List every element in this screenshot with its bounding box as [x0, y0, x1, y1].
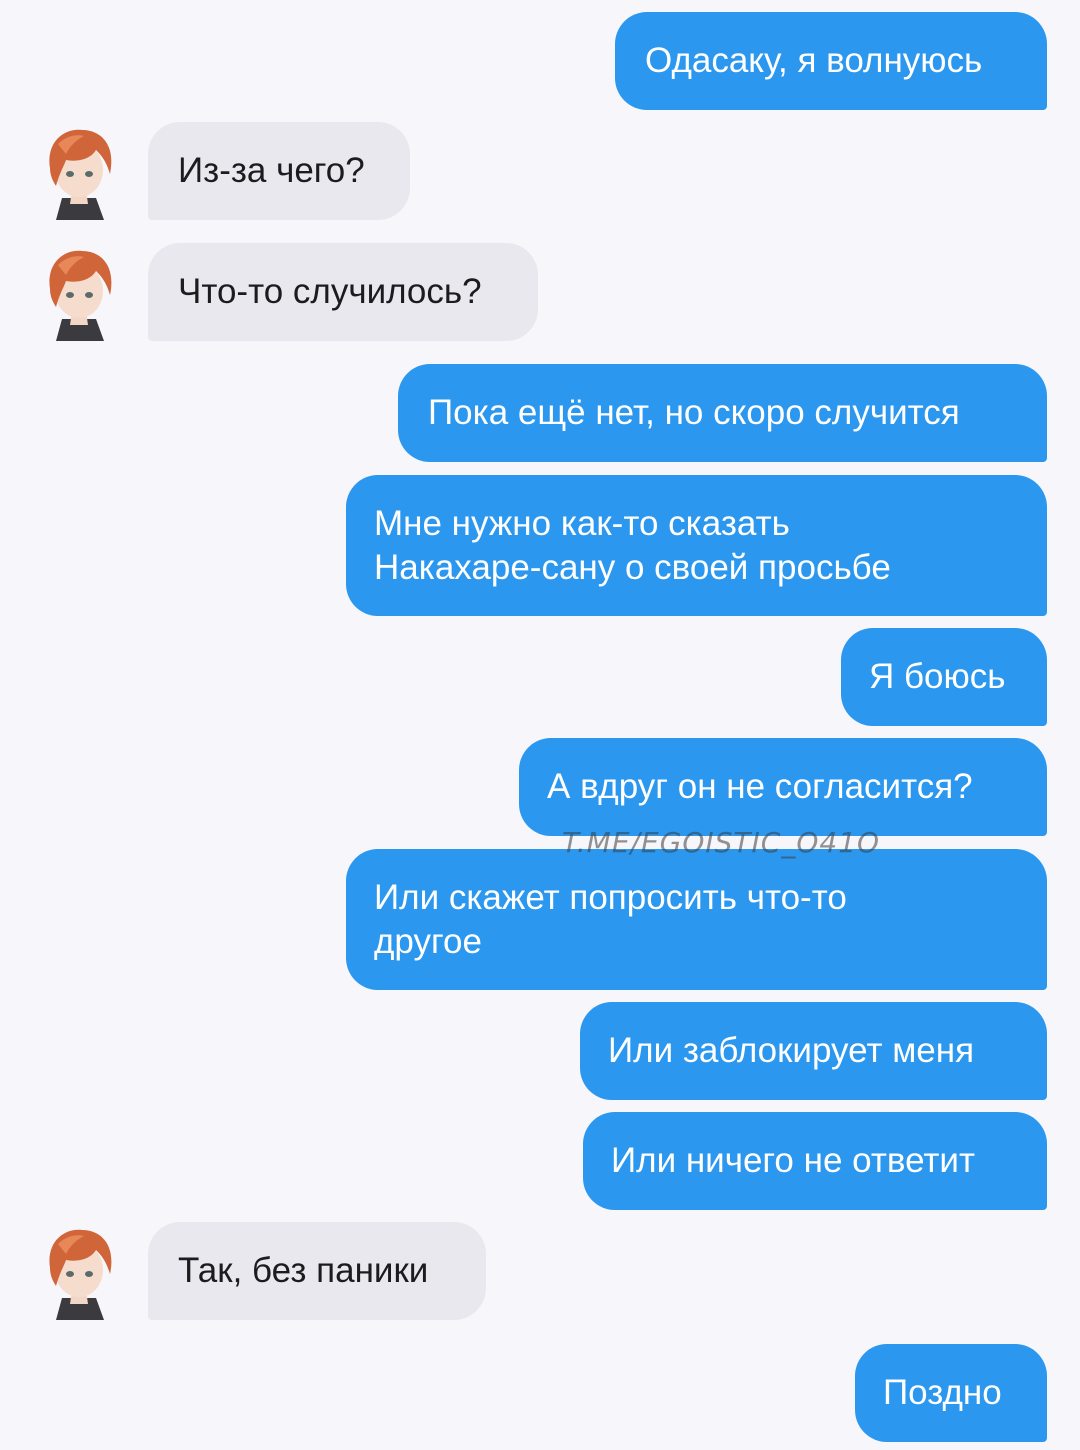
message-text-line: Мне нужно как-то сказать	[374, 504, 790, 543]
contact-avatar-icon[interactable]	[36, 1224, 122, 1320]
outgoing-message[interactable]: Одасаку, я волнуюсь	[615, 12, 1047, 110]
outgoing-message[interactable]: Или ничего не ответит	[583, 1112, 1047, 1210]
message-text: Или заблокирует меня	[608, 1031, 975, 1070]
outgoing-message[interactable]: Я боюсь	[841, 628, 1047, 726]
watermark: T.ME/EGOISTIC_O41O	[562, 826, 881, 859]
message-text: Я боюсь	[869, 657, 1006, 696]
message-text: Одасаку, я волнуюсь	[645, 41, 983, 80]
outgoing-message[interactable]: А вдруг он не согласится?	[519, 738, 1047, 836]
message-text-line: другое	[374, 922, 482, 961]
message-text: Из-за чего?	[178, 151, 365, 190]
message-text: Что-то случилось?	[178, 272, 482, 311]
message-text: Так, без паники	[178, 1251, 429, 1290]
contact-avatar-icon[interactable]	[36, 245, 122, 341]
message-text-line: Накахаре-сану о своей просьбе	[374, 548, 891, 587]
outgoing-message[interactable]: Пока ещё нет, но скоро случится	[398, 364, 1047, 462]
incoming-message[interactable]: Так, без паники	[148, 1222, 486, 1320]
chat-thread: Одасаку, я волнуюсь Из-за чего? Что-то с…	[0, 0, 1080, 1450]
outgoing-message[interactable]: Или скажет попросить что-то другое	[346, 849, 1047, 990]
message-text-line: Или скажет попросить что-то	[374, 878, 847, 917]
message-text: Пока ещё нет, но скоро случится	[428, 393, 960, 432]
message-text: Поздно	[883, 1373, 1002, 1412]
message-text: А вдруг он не согласится?	[547, 767, 973, 806]
contact-avatar-icon[interactable]	[36, 124, 122, 220]
message-text: Или ничего не ответит	[611, 1141, 975, 1180]
outgoing-message[interactable]: Или заблокирует меня	[580, 1002, 1047, 1100]
outgoing-message[interactable]: Мне нужно как-то сказать Накахаре-сану о…	[346, 475, 1047, 616]
outgoing-message[interactable]: Поздно	[855, 1344, 1047, 1442]
incoming-message[interactable]: Что-то случилось?	[148, 243, 538, 341]
incoming-message[interactable]: Из-за чего?	[148, 122, 410, 220]
